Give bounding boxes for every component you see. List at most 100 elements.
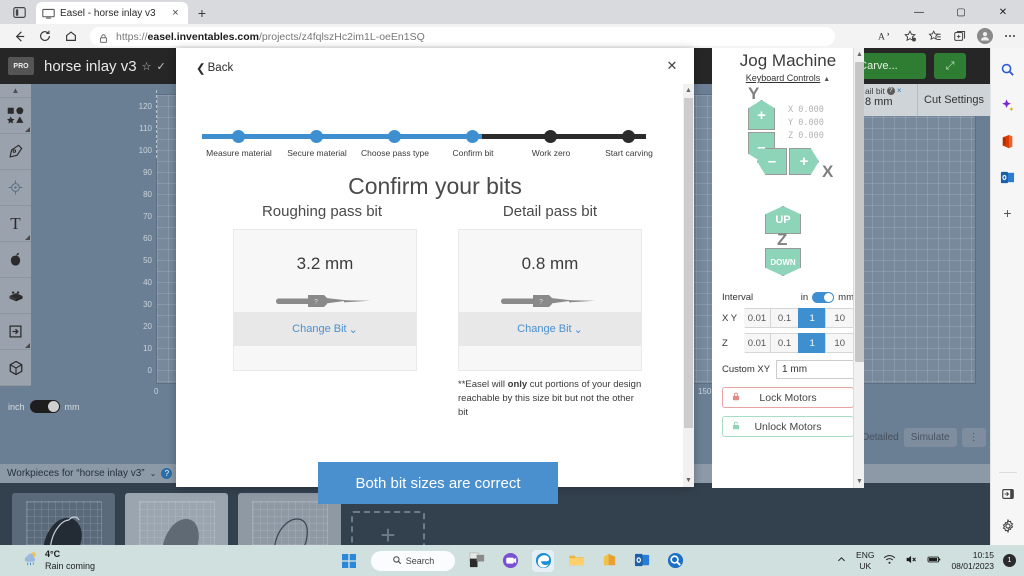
close-icon[interactable]: × <box>897 86 902 96</box>
add-sidebar-icon[interactable]: + <box>997 202 1019 224</box>
shapes-tool[interactable] <box>0 98 31 134</box>
tab-close-icon[interactable]: × <box>169 7 182 20</box>
step-dot-start-carving[interactable] <box>622 130 635 143</box>
scroll-up-arrow-icon[interactable]: ▲ <box>683 84 694 97</box>
import-tool[interactable] <box>0 314 31 350</box>
start-button[interactable] <box>338 550 360 572</box>
simulate-button[interactable]: Simulate <box>903 427 957 447</box>
wifi-icon[interactable] <box>883 553 896 568</box>
z-step-10[interactable]: 10 <box>825 333 854 353</box>
unit-toggle[interactable]: inch mm <box>8 400 80 413</box>
xy-step-10[interactable]: 10 <box>825 308 854 328</box>
3d-shape-tool[interactable] <box>0 350 31 386</box>
modal-scrollbar[interactable]: ▲ ▼ <box>683 84 694 487</box>
scroll-down-arrow-icon[interactable]: ▼ <box>854 475 864 488</box>
change-roughing-bit-button[interactable]: Change Bit ⌄ <box>234 312 416 346</box>
browser-tab[interactable]: Easel - horse inlay v3 × <box>36 2 188 24</box>
help-icon[interactable]: ? <box>161 468 173 479</box>
text-tool[interactable]: T <box>0 206 31 242</box>
site-info-lock-icon[interactable] <box>98 31 110 43</box>
profile-avatar[interactable] <box>972 25 997 47</box>
scroll-down-arrow-icon[interactable]: ▼ <box>683 474 694 487</box>
project-title[interactable]: horse inlay v3 <box>44 58 137 75</box>
settings-gear-icon[interactable] <box>997 515 1019 537</box>
weather-widget[interactable]: 4°C Rain coming <box>22 549 95 572</box>
list-item[interactable] <box>125 493 228 545</box>
widgets-icon[interactable] <box>466 550 488 572</box>
read-aloud-icon[interactable]: A <box>872 25 897 47</box>
favorite-add-icon[interactable] <box>897 25 922 47</box>
interval-unit-toggle[interactable] <box>812 292 835 303</box>
step-dot-work-zero[interactable] <box>544 130 557 143</box>
home-icon[interactable] <box>58 25 84 47</box>
step-dot-choose-pass-type[interactable] <box>388 130 401 143</box>
step-dot-confirm-bit[interactable] <box>466 130 479 143</box>
cut-settings-title[interactable]: Cut Settings <box>918 94 990 106</box>
copilot-icon[interactable] <box>997 94 1019 116</box>
lock-motors-button[interactable]: Lock Motors <box>722 387 854 408</box>
browser-more-icon[interactable] <box>997 25 1022 47</box>
step-dot-secure-material[interactable] <box>310 130 323 143</box>
battery-icon[interactable] <box>927 553 942 568</box>
step-dot-measure-material[interactable] <box>232 130 245 143</box>
back-button[interactable]: ❮ Back <box>196 61 233 75</box>
fullscreen-button[interactable]: ⤢ <box>934 53 966 79</box>
reload-icon[interactable] <box>32 25 58 47</box>
pen-tool[interactable] <box>0 134 31 170</box>
tab-actions-icon[interactable] <box>8 3 30 21</box>
change-detail-bit-button[interactable]: Change Bit ⌄ <box>459 312 641 346</box>
edge-icon[interactable] <box>532 549 554 572</box>
apps-tool[interactable] <box>0 242 31 278</box>
z-step-1[interactable]: 1 <box>797 333 827 353</box>
outlook-icon[interactable] <box>997 166 1019 188</box>
more-options-icon[interactable]: ⋮ <box>961 427 986 447</box>
keyboard-controls-toggle[interactable]: Keyboard Controls ▲ <box>712 73 864 83</box>
tray-expand-icon[interactable] <box>836 554 847 567</box>
browser-essentials-icon[interactable] <box>947 25 972 47</box>
mute-icon[interactable] <box>905 553 918 568</box>
jog-y-plus-button[interactable]: + <box>748 100 775 130</box>
z-step-0.1[interactable]: 0.1 <box>770 333 799 353</box>
unit-toggle-switch[interactable] <box>29 400 60 413</box>
xy-step-0.1[interactable]: 0.1 <box>770 308 799 328</box>
taskbar-clock[interactable]: 10:15 08/01/2023 <box>951 550 994 570</box>
confirm-bit-sizes-button[interactable]: Both bit sizes are correct <box>318 462 558 504</box>
help-icon[interactable]: ? <box>886 87 895 96</box>
favorites-list-icon[interactable] <box>922 25 947 47</box>
window-close-button[interactable]: ✕ <box>982 0 1024 24</box>
search-app-icon[interactable] <box>664 550 686 572</box>
scrollbar-thumb[interactable] <box>855 62 864 362</box>
close-icon[interactable]: ✕ <box>664 58 680 74</box>
store-icon[interactable] <box>598 550 620 572</box>
jog-x-plus-button[interactable]: + <box>789 148 819 175</box>
language-indicator[interactable]: ENG UK <box>856 550 874 570</box>
center-point-tool[interactable] <box>0 170 31 206</box>
add-workpiece-button[interactable]: + <box>351 511 425 545</box>
new-tab-button[interactable]: + <box>193 4 211 22</box>
detail-bit-chip[interactable]: ail bit ? × 8 mm <box>862 84 918 116</box>
window-minimize-button[interactable]: — <box>898 0 940 24</box>
taskbar-search-button[interactable]: Search <box>371 550 455 571</box>
jog-panel-scrollbar[interactable]: ▲ ▼ <box>853 48 864 488</box>
xy-step-1[interactable]: 1 <box>797 308 827 328</box>
rail-collapse-icon[interactable]: ▲ <box>0 84 31 98</box>
chevron-down-icon[interactable]: ⌄ <box>150 469 157 478</box>
custom-xy-input[interactable]: 1 mm <box>776 360 854 379</box>
teams-icon[interactable] <box>499 550 521 572</box>
scrollbar-thumb[interactable] <box>684 98 693 428</box>
file-explorer-icon[interactable] <box>565 550 587 572</box>
back-icon[interactable] <box>6 25 32 47</box>
detailed-label[interactable]: Detailed <box>862 432 899 443</box>
search-icon[interactable] <box>997 58 1019 80</box>
lego-tool[interactable] <box>0 278 31 314</box>
sidebar-toggle-icon[interactable] <box>997 483 1019 505</box>
z-step-0.01[interactable]: 0.01 <box>743 333 772 353</box>
office-icon[interactable] <box>997 130 1019 152</box>
notification-badge[interactable]: 1 <box>1003 554 1016 567</box>
list-item[interactable] <box>12 493 115 545</box>
favorite-star-icon[interactable]: ☆ <box>142 60 152 73</box>
xy-step-0.01[interactable]: 0.01 <box>743 308 772 328</box>
scroll-up-arrow-icon[interactable]: ▲ <box>854 48 864 61</box>
address-bar[interactable]: https://easel.inventables.com/projects/z… <box>90 27 835 46</box>
window-maximize-button[interactable]: ▢ <box>940 0 982 24</box>
